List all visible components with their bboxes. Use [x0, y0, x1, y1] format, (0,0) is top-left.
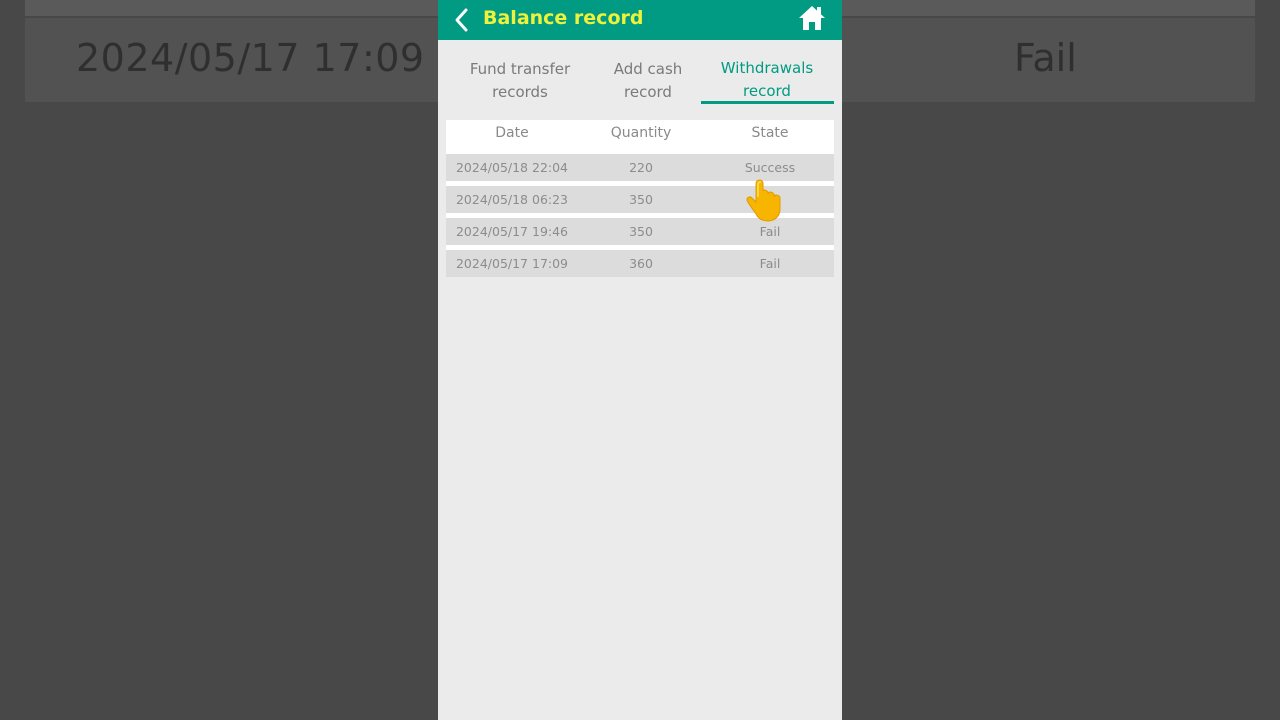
- table-row[interactable]: 2024/05/17 19:46 350 Fail: [446, 218, 834, 250]
- table-row[interactable]: 2024/05/18 06:23 350: [446, 186, 834, 218]
- cell-quantity: 360: [629, 256, 653, 271]
- cell-quantity: 350: [629, 192, 653, 207]
- home-icon[interactable]: [798, 4, 826, 32]
- cell-quantity: 220: [629, 160, 653, 175]
- cell-date: 2024/05/17 17:09: [455, 256, 569, 271]
- column-header-quantity: Quantity: [610, 125, 672, 141]
- header-bar: Balance record: [438, 0, 842, 40]
- tab-add-cash-record[interactable]: Add cash record: [584, 58, 712, 104]
- records-table: 2024/05/18 22:04 220 Success 2024/05/18 …: [446, 154, 834, 277]
- record-tabs: Fund transfer records Add cash record Wi…: [438, 40, 842, 106]
- cell-date: 2024/05/18 22:04: [455, 160, 569, 175]
- table-row[interactable]: 2024/05/18 22:04 220 Success: [446, 154, 834, 186]
- cell-date: 2024/05/18 06:23: [455, 192, 569, 207]
- column-header-state: State: [751, 125, 789, 141]
- cell-state: Fail: [759, 256, 781, 271]
- table-header: Date Quantity State: [446, 120, 834, 154]
- tab-withdrawals-record[interactable]: Withdrawals record: [701, 57, 833, 103]
- page-title: Balance record: [483, 7, 644, 29]
- background-date: 2024/05/17 17:09: [76, 36, 425, 80]
- cell-state: Fail: [759, 224, 781, 239]
- app-screen: Balance record Fund transfer records Add…: [438, 0, 842, 720]
- tab-label-line1: Withdrawals: [720, 59, 814, 77]
- tab-fund-transfer-records[interactable]: Fund transfer records: [456, 58, 584, 104]
- column-header-date: Date: [495, 125, 529, 141]
- cell-state: Success: [744, 160, 796, 175]
- cell-date: 2024/05/17 19:46: [455, 224, 569, 239]
- tab-label-line2: record: [743, 82, 791, 100]
- tab-label-line2: records: [492, 83, 548, 101]
- active-tab-indicator: [701, 101, 834, 104]
- cell-quantity: 350: [629, 224, 653, 239]
- background-state: Fail: [1014, 36, 1077, 80]
- tab-label-line1: Add cash: [613, 60, 683, 78]
- chevron-left-icon[interactable]: [452, 6, 472, 34]
- tab-label-line1: Fund transfer: [469, 60, 571, 78]
- table-row[interactable]: 2024/05/17 17:09 360 Fail: [446, 250, 834, 277]
- tab-label-line2: record: [624, 83, 672, 101]
